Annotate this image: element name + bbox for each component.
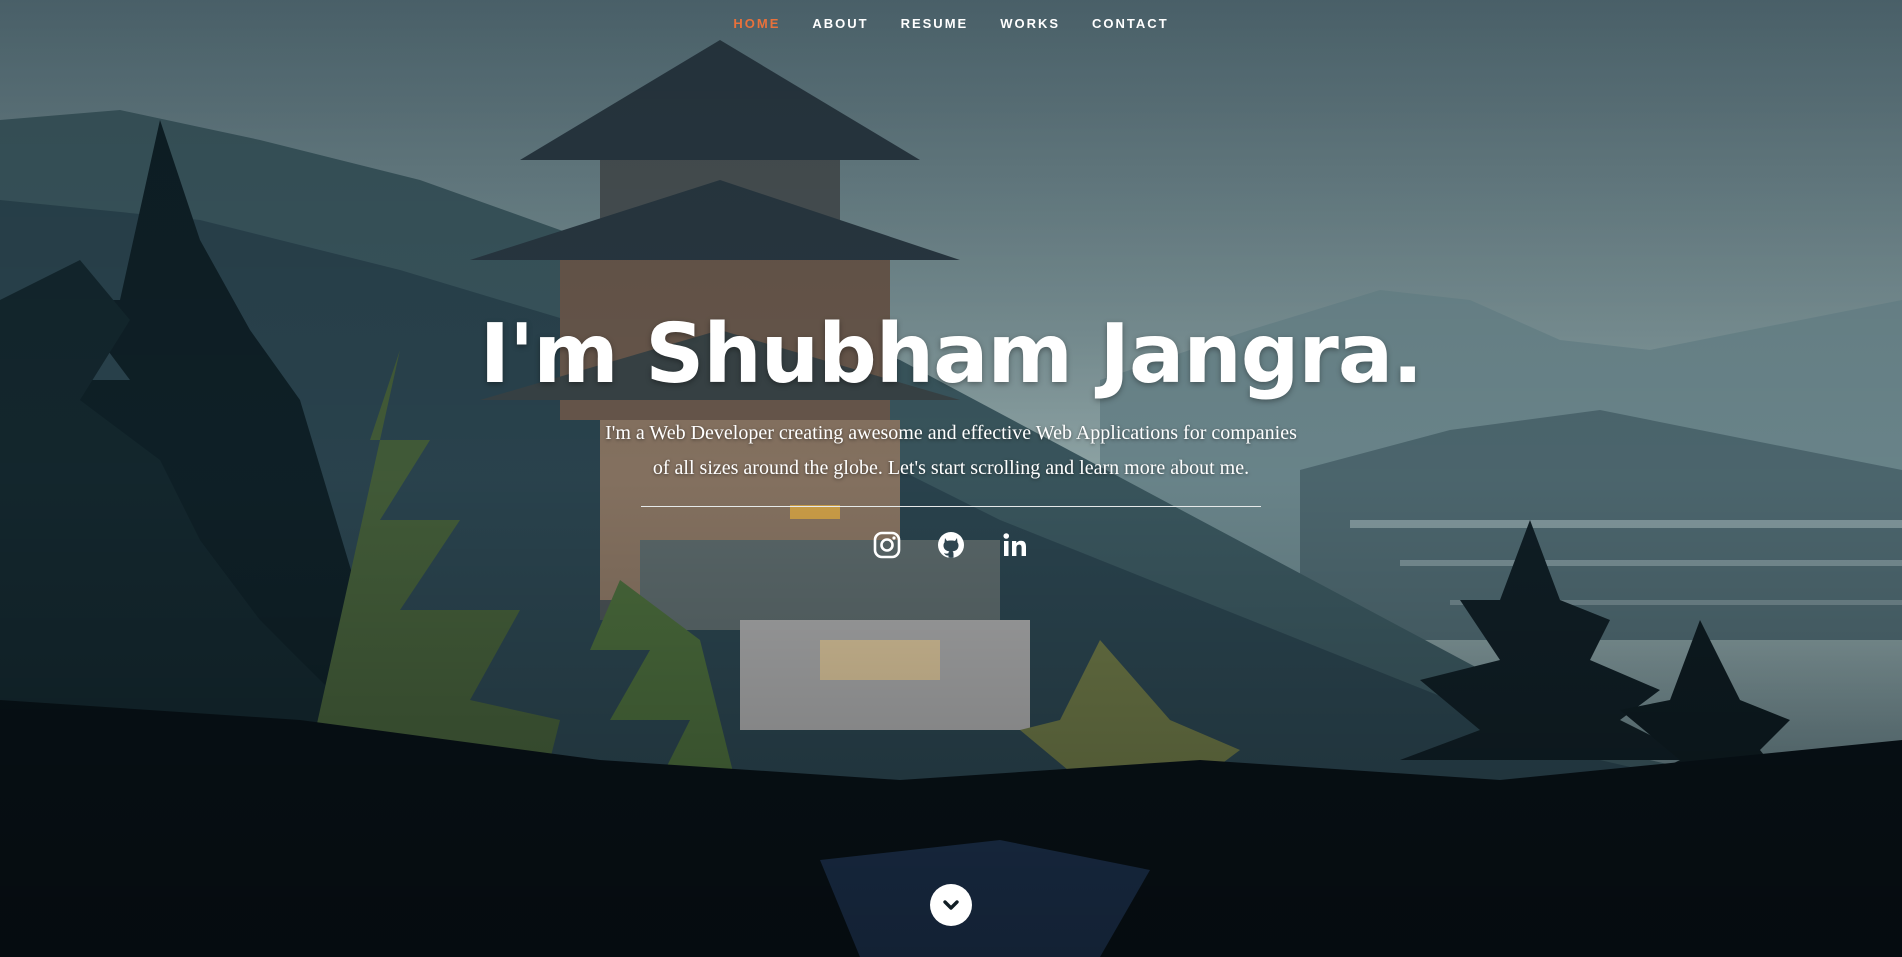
page-title: I'm Shubham Jangra. xyxy=(479,307,1424,402)
social-links xyxy=(0,529,1902,561)
github-icon[interactable] xyxy=(935,529,967,561)
banner: I'm Shubham Jangra. I'm a Web Developer … xyxy=(0,300,1902,561)
nav-item-home[interactable]: HOME xyxy=(733,16,780,31)
nav-item-works[interactable]: WORKS xyxy=(1000,16,1060,31)
nav-item-resume[interactable]: RESUME xyxy=(901,16,969,31)
main-nav: HOME ABOUT RESUME WORKS CONTACT xyxy=(0,0,1902,46)
banner-subtitle: I'm a Web Developer creating awesome and… xyxy=(605,422,1297,479)
nav-item-contact[interactable]: CONTACT xyxy=(1092,16,1169,31)
instagram-icon[interactable] xyxy=(871,529,903,561)
scroll-down-button[interactable] xyxy=(930,884,972,926)
hero-section: HOME ABOUT RESUME WORKS CONTACT I'm Shub… xyxy=(0,0,1902,957)
nav-item-about[interactable]: ABOUT xyxy=(812,16,868,31)
banner-divider xyxy=(641,506,1261,507)
chevron-down-icon xyxy=(943,900,959,910)
linkedin-icon[interactable] xyxy=(999,529,1031,561)
